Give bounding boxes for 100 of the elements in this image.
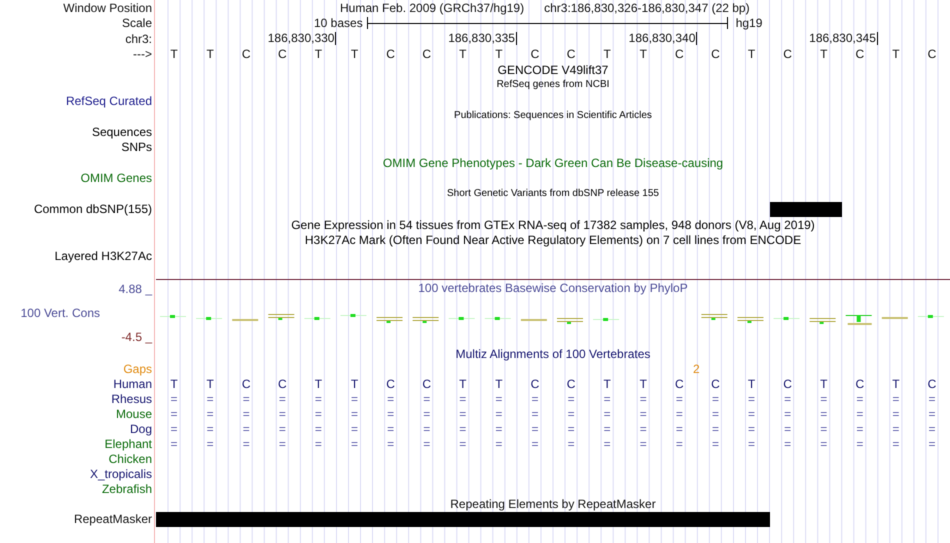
species-label: Rhesus (111, 393, 152, 405)
species-label: Mouse (116, 408, 152, 420)
match-mark: = (314, 438, 322, 450)
track-title: GENCODE V49lift37 (496, 64, 610, 76)
match-mark: = (206, 438, 214, 450)
track-label: RepeatMasker (74, 513, 152, 525)
conservation-mark (882, 316, 908, 318)
track-title: Repeating Elements by RepeatMasker (449, 498, 657, 510)
match-mark: = (206, 408, 214, 420)
row-label: chr3: (125, 32, 152, 45)
match-mark: = (387, 408, 394, 420)
match-mark: = (242, 408, 250, 420)
match-mark: = (531, 423, 538, 435)
track-title: Multiz Alignments of 100 Vertebrates (454, 348, 652, 360)
base-letter: T (459, 48, 466, 60)
gap-count: 2 (693, 363, 700, 375)
match-mark: = (387, 423, 394, 435)
track-title: H3K27Ac Mark (Often Found Near Active Regulatory Elements) on 7 cell lines from ENCODE (304, 234, 802, 246)
conservation-mark (376, 316, 403, 322)
base-letter: T (820, 48, 828, 60)
base-letter: T (604, 48, 611, 60)
base-letter: T (820, 378, 828, 390)
species-label: Dog (130, 423, 152, 435)
match-mark: = (170, 438, 178, 450)
match-mark: = (856, 438, 864, 450)
match-mark: = (314, 408, 322, 420)
match-mark: = (784, 408, 792, 420)
base-letter: T (350, 48, 358, 60)
base-letter: C (422, 48, 432, 60)
species-label: Human (113, 378, 152, 390)
species-label: Zebrafish (102, 483, 152, 495)
match-mark: = (278, 423, 286, 435)
track-title: Gene Expression in 54 tissues from GTEx RNA-seq of 17382 samples, 948 donors (V8, Aug 2019) (290, 218, 816, 231)
conservation-mark (340, 314, 366, 316)
species-label: Chicken (108, 453, 152, 465)
base-letter: C (928, 378, 936, 390)
match-mark: = (531, 438, 538, 450)
base-letter: T (892, 378, 900, 390)
match-mark: = (459, 408, 466, 420)
base-letter: C (928, 48, 936, 60)
track-subtitle: RefSeq genes from NCBI (496, 80, 610, 90)
match-mark: = (784, 438, 792, 450)
base-letter: T (640, 48, 647, 60)
base-letter: T (748, 48, 756, 60)
assembly-text: Human Feb. 2009 (GRCh37/hg19) (340, 2, 524, 14)
track-subtitle: Publications: Sequences in Scientific Articles (453, 111, 653, 122)
species-label: X_tropicalis (90, 468, 152, 480)
match-mark: = (820, 438, 828, 450)
base-letter: T (206, 378, 214, 390)
conservation-mark (196, 316, 222, 320)
base-letter: C (855, 378, 864, 390)
match-mark: = (856, 423, 864, 435)
track-label: Common dbSNP(155) (34, 203, 152, 216)
row-label: Scale (122, 17, 152, 30)
base-letter: C (422, 378, 432, 390)
match-mark: = (712, 408, 719, 420)
match-mark: = (892, 393, 900, 405)
match-mark: = (495, 408, 502, 420)
match-mark: = (748, 408, 756, 420)
match-mark: = (568, 438, 575, 450)
base-letter: T (459, 378, 466, 390)
track-label: OMIM Genes (80, 172, 152, 184)
base-letter: C (675, 378, 684, 390)
match-mark: = (351, 393, 358, 405)
match-mark: = (820, 408, 828, 420)
match-mark: = (784, 423, 792, 435)
match-mark: = (640, 438, 647, 450)
match-mark: = (568, 393, 575, 405)
base-letter: C (711, 378, 720, 390)
match-mark: = (568, 423, 575, 435)
base-letter: C (386, 378, 395, 390)
match-mark: = (892, 408, 900, 420)
conservation-mark (557, 318, 583, 324)
track-label: SNPs (121, 141, 152, 154)
axis-min-label: -4.5 _ (121, 330, 152, 342)
match-mark: = (892, 438, 900, 450)
assembly-name: hg19 (736, 17, 762, 30)
match-mark: = (640, 408, 647, 420)
base-letter: C (711, 48, 720, 60)
base-letter: T (170, 378, 178, 390)
conservation-mark (918, 314, 944, 318)
base-letter: T (350, 378, 358, 390)
match-mark: = (640, 393, 647, 405)
match-mark: = (676, 438, 683, 450)
match-mark: = (568, 408, 575, 420)
conservation-mark (232, 318, 258, 320)
scale-text: 10 bases (314, 17, 363, 30)
match-mark: = (278, 438, 286, 450)
base-letter: C (386, 48, 395, 60)
base-letter: C (242, 48, 251, 60)
base-letter: T (892, 48, 900, 60)
ruler-tick: 186,830,335 (448, 32, 517, 46)
match-mark: = (495, 438, 502, 450)
match-mark: = (423, 423, 430, 435)
match-mark: = (892, 423, 900, 435)
match-mark: = (928, 408, 936, 420)
conservation-mark (701, 314, 728, 320)
match-mark: = (928, 423, 936, 435)
conservation-mark (810, 318, 836, 324)
match-mark: = (459, 423, 466, 435)
